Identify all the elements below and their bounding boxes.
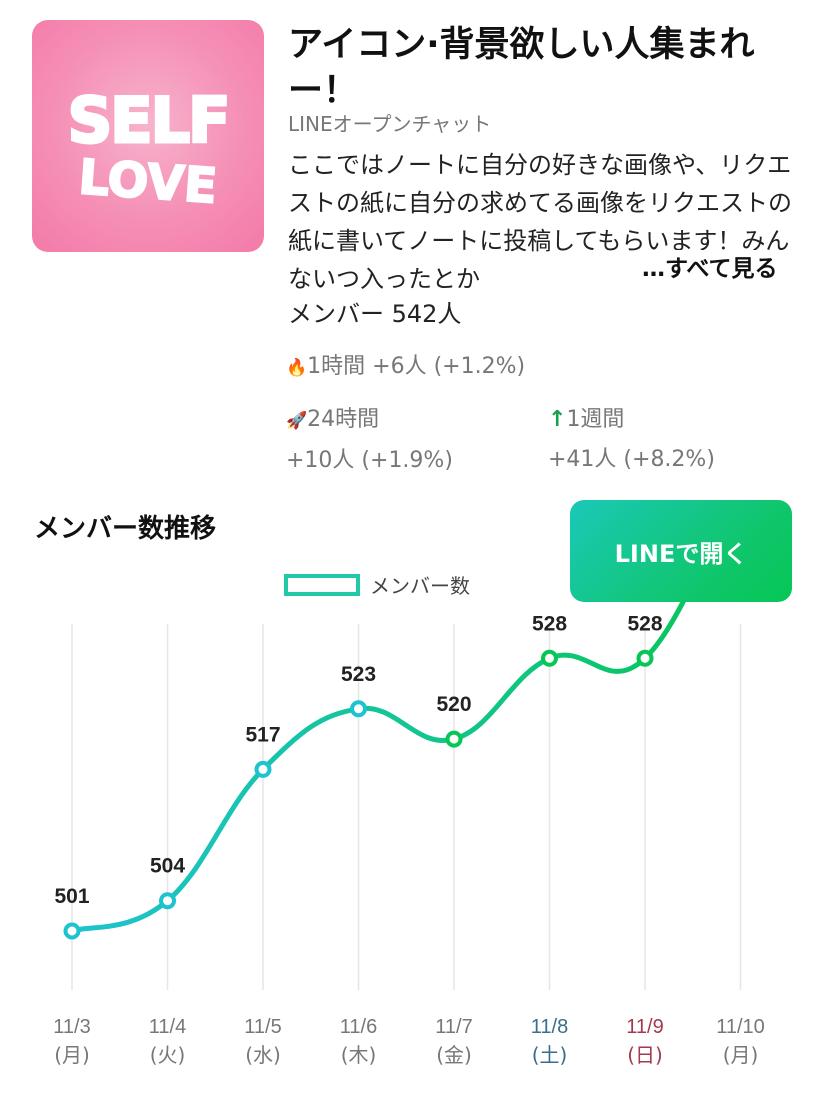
data-point[interactable] xyxy=(541,649,558,667)
data-label: 517 xyxy=(245,723,280,746)
member-count: メンバー 542人 xyxy=(288,300,462,328)
stat-hour-value: +6人 (+1.2%) xyxy=(372,354,526,379)
data-point[interactable] xyxy=(636,649,654,667)
x-tick-date: 11/3 xyxy=(53,1016,90,1038)
chat-thumbnail: SELF LOVE xyxy=(32,20,264,252)
data-point[interactable] xyxy=(350,700,367,718)
x-tick-date: 11/5 xyxy=(244,1016,281,1038)
svg-text:LOVE: LOVE xyxy=(77,149,219,215)
x-tick-date: 11/7 xyxy=(435,1016,472,1038)
see-all-link[interactable]: …すべて見る xyxy=(640,250,778,288)
data-label: 504 xyxy=(150,855,185,878)
section-title: メンバー数推移 xyxy=(34,514,217,544)
fire-icon: 🔥 xyxy=(286,358,308,378)
data-label: 501 xyxy=(54,885,89,908)
data-point[interactable] xyxy=(254,760,272,778)
stat-week: ↑1週間 +41人 (+8.2%) xyxy=(548,400,715,480)
stat-hour-label: 1時間 xyxy=(307,354,366,379)
x-tick-weekday: (火) xyxy=(150,1043,186,1067)
x-tick-date: 11/4 xyxy=(149,1016,186,1038)
chart-legend: メンバー数 xyxy=(284,570,470,599)
x-tick-weekday: (土) xyxy=(532,1043,568,1067)
stat-week-value: +41人 (+8.2%) xyxy=(548,447,715,472)
data-point[interactable] xyxy=(159,892,176,910)
x-tick-weekday: (金) xyxy=(436,1043,472,1067)
x-tick-weekday: (月) xyxy=(723,1043,759,1067)
stat-day: 🚀24時間 +10人 (+1.9%) xyxy=(286,400,453,481)
stat-day-value: +10人 (+1.9%) xyxy=(286,448,453,473)
data-point[interactable] xyxy=(445,730,463,748)
heart-logo: SELF LOVE xyxy=(66,83,232,216)
x-tick-weekday: (日) xyxy=(627,1043,663,1067)
open-in-line-button[interactable]: LINEで開く xyxy=(570,500,792,602)
stat-day-label: 24時間 xyxy=(307,407,380,432)
legend-label: メンバー数 xyxy=(370,574,470,598)
data-point[interactable] xyxy=(63,922,81,940)
x-tick-weekday: (月) xyxy=(54,1043,90,1067)
x-tick-date: 11/8 xyxy=(531,1016,568,1038)
x-tick-date: 11/9 xyxy=(626,1016,663,1038)
svg-text:SELF: SELF xyxy=(68,84,229,157)
arrow-up-icon: ↑ xyxy=(548,407,567,432)
series-line xyxy=(69,600,687,934)
member-chart: 501 11/3 (月) 504 11/4 (火) 517 11/5 (水) 523 11/6 (木)… xyxy=(53,600,765,1067)
stat-week-label: 1週間 xyxy=(566,407,625,432)
x-tick-date: 11/10 xyxy=(716,1016,765,1038)
legend-swatch xyxy=(284,573,360,596)
data-label: 528 xyxy=(627,612,662,635)
data-label: 523 xyxy=(341,663,376,686)
x-tick-date: 11/6 xyxy=(340,1016,377,1038)
data-label: 520 xyxy=(436,693,471,716)
data-label: 528 xyxy=(532,612,567,635)
stat-hour: 🔥1時間 +6人 (+1.2%) xyxy=(286,347,525,388)
rocket-icon: 🚀 xyxy=(286,411,308,431)
chat-title: アイコン·背景欲しい人集まれー！ xyxy=(288,25,755,111)
x-tick-weekday: (木) xyxy=(341,1043,377,1067)
source-label: LINEオープンチャット xyxy=(288,112,492,136)
x-tick-weekday: (水) xyxy=(245,1043,281,1067)
